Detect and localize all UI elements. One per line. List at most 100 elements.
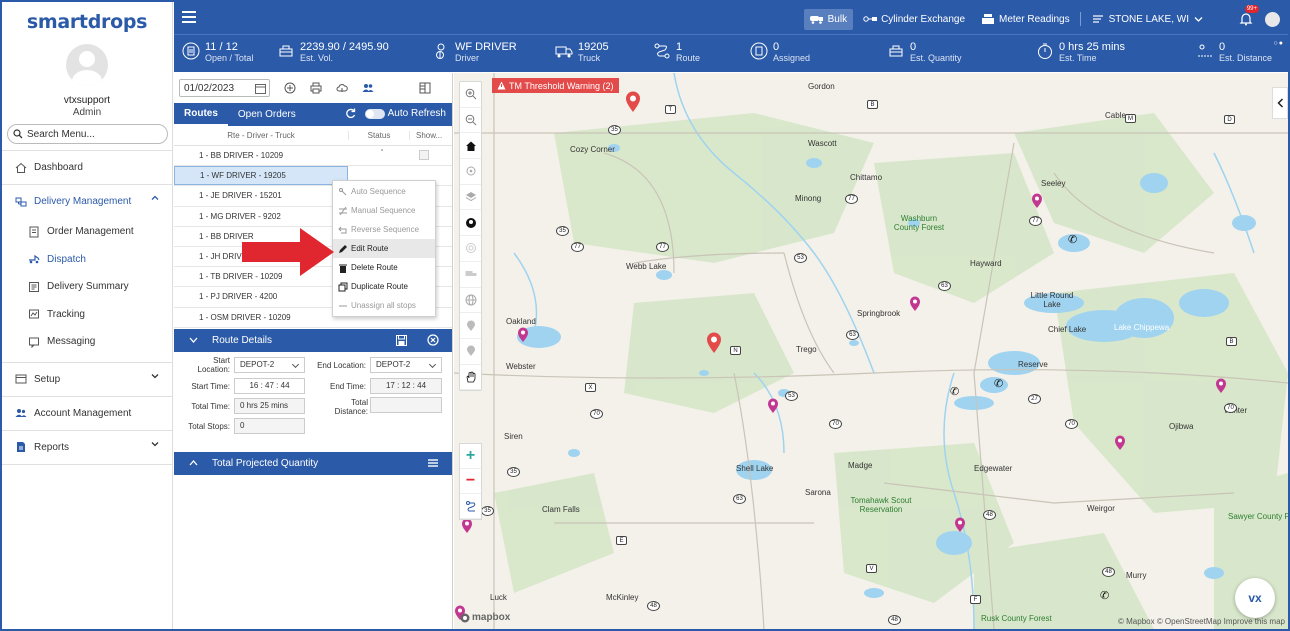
phone-icon[interactable]: ✆ [1068, 233, 1077, 246]
location-selector[interactable]: STONE LAKE, WI [1085, 9, 1209, 30]
cloud-upload-icon[interactable] [336, 82, 348, 94]
menu-icon[interactable] [427, 457, 439, 469]
date-picker[interactable]: 01/02/2023 [179, 79, 270, 97]
sidebar-item-dashboard[interactable]: Dashboard [2, 151, 172, 184]
map-attribution[interactable]: © Mapbox © OpenStreetMap Improve this ma… [1118, 617, 1285, 626]
phone-icon[interactable]: ✆ [1100, 589, 1109, 602]
menu-item-auto-sequence[interactable]: Auto Sequence [333, 182, 435, 201]
chevron-up-icon [189, 460, 198, 466]
sidebar-item-setup[interactable]: Setup [2, 363, 172, 396]
phone-icon[interactable]: ✆ [950, 385, 959, 398]
truck-tool[interactable] [460, 262, 481, 288]
end-location-select[interactable]: DEPOT-2 [370, 356, 442, 373]
tank-icon [279, 45, 293, 57]
dispatch-panel: 01/02/2023 Routes Open Orders Auto Refre… [174, 73, 453, 629]
road-shield: 48 [888, 615, 901, 625]
map-pin-red-icon[interactable] [706, 332, 722, 354]
stat-label: Est. Quantity [910, 53, 962, 63]
drivers-icon[interactable] [362, 82, 374, 94]
user-avatar[interactable] [1265, 11, 1280, 27]
locate-tool[interactable] [460, 159, 481, 185]
meter-readings-button[interactable]: Meter Readings [975, 9, 1076, 30]
pan-tool[interactable] [460, 365, 481, 391]
cylinder-exchange-label: Cylinder Exchange [881, 13, 966, 25]
map-pin-purple-icon[interactable] [909, 296, 921, 312]
menu-item-edit-route[interactable]: Edit Route [333, 239, 435, 258]
stat-value: WF DRIVER [455, 41, 517, 53]
sidebar-item-dispatch[interactable]: Dispatch [2, 246, 172, 274]
map-pin-purple-icon[interactable] [1114, 435, 1126, 451]
projected-quantity-header[interactable]: Total Projected Quantity [174, 451, 452, 475]
route-tool-button[interactable] [460, 494, 481, 519]
road-shield: 70 [1224, 403, 1237, 413]
menu-item-unassign-all[interactable]: Unassign all stops [333, 296, 435, 315]
total-distance-label: Total Distance: [334, 397, 368, 416]
sidebar-item-delivery-summary[interactable]: Delivery Summary [2, 273, 172, 301]
end-time-input[interactable]: 17 : 12 : 44 [370, 377, 442, 394]
driver-tool[interactable] [460, 210, 481, 237]
cylinder-exchange-button[interactable]: Cylinder Exchange [857, 9, 971, 30]
map-pin-purple-icon[interactable] [517, 327, 529, 343]
collapse-side-panel-button[interactable] [1272, 87, 1288, 119]
print-icon[interactable] [310, 82, 322, 94]
map-pin-purple-icon[interactable] [767, 398, 779, 414]
sidebar-item-account-management[interactable]: Account Management [2, 397, 172, 430]
stat-label: Est. Vol. [300, 53, 334, 63]
start-time-input[interactable]: 16 : 47 : 44 [234, 377, 305, 394]
more-dots-icon[interactable]: ○● [1274, 40, 1284, 47]
hamburger-menu-icon[interactable] [182, 11, 196, 23]
avatar[interactable] [66, 44, 108, 86]
mapbox-logo[interactable]: mapbox [460, 612, 510, 623]
map-pin-purple-icon[interactable] [461, 518, 473, 534]
home-tool[interactable] [460, 133, 481, 160]
zoom-in-tool[interactable] [460, 82, 481, 108]
add-icon[interactable] [284, 82, 296, 94]
auto-refresh-toggle[interactable] [364, 108, 385, 119]
cancel-icon[interactable] [427, 334, 439, 346]
map-label: Ojibwa [1169, 422, 1194, 431]
route-details-header[interactable]: Route Details [174, 328, 452, 352]
menu-item-duplicate-route[interactable]: Duplicate Route [333, 277, 435, 296]
add-pin-tool[interactable] [460, 313, 481, 339]
refresh-icon[interactable] [345, 108, 356, 119]
threshold-warning-badge[interactable]: TM Threshold Warning (2) [492, 78, 619, 93]
radius-tool[interactable] [460, 236, 481, 262]
tab-routes[interactable]: Routes [174, 103, 228, 126]
sidebar-item-tracking[interactable]: Tracking [2, 301, 172, 329]
layers-tool[interactable] [460, 185, 481, 211]
map-pin-purple-icon[interactable] [1031, 193, 1043, 209]
route-row[interactable]: 1 - BB DRIVER - 10209 [174, 146, 452, 167]
sidebar-item-delivery-management[interactable]: Delivery Management [2, 185, 172, 218]
zoom-out-button[interactable]: − [460, 469, 481, 494]
menu-item-delete-route[interactable]: Delete Route [333, 258, 435, 277]
globe-tool[interactable] [460, 288, 481, 314]
zoom-out-tool[interactable] [460, 108, 481, 134]
stat-assigned: 0 Assigned [750, 41, 810, 64]
sidebar-item-messaging[interactable]: Messaging [2, 328, 172, 356]
show-checkbox[interactable] [419, 150, 429, 160]
save-icon[interactable] [396, 334, 407, 346]
phone-icon[interactable]: ✆ [994, 377, 1003, 390]
menu-item-manual-sequence[interactable]: Manual Sequence [333, 201, 435, 220]
column-show[interactable]: Show... [409, 131, 452, 140]
support-chat-button[interactable]: vx [1235, 578, 1275, 618]
brand-logo[interactable]: smartdrops [2, 2, 172, 42]
start-location-select[interactable]: DEPOT-2 [234, 356, 305, 373]
sidebar-item-order-management[interactable]: Order Management [2, 218, 172, 246]
map-label: Weirgor [1087, 504, 1115, 513]
map-view[interactable]: TM Threshold Warning (2) Gordon Cable Co… [454, 73, 1288, 629]
sidebar-item-reports[interactable]: Reports [2, 431, 172, 464]
zoom-in-button[interactable]: + [460, 444, 481, 469]
search-input[interactable]: Search Menu... [7, 124, 168, 144]
notifications-button[interactable]: 99+ [1239, 5, 1259, 26]
pin-tool[interactable] [460, 339, 481, 365]
column-status[interactable]: Status [348, 131, 409, 140]
menu-item-reverse-sequence[interactable]: Reverse Sequence [333, 220, 435, 239]
tab-open-orders[interactable]: Open Orders [228, 103, 306, 126]
map-pin-purple-icon[interactable] [1215, 378, 1227, 394]
column-route[interactable]: Rte - Driver - Truck [174, 131, 348, 140]
columns-icon[interactable] [419, 82, 431, 94]
bulk-button[interactable]: Bulk [803, 8, 854, 30]
map-pin-purple-icon[interactable] [954, 517, 966, 533]
map-pin-red-icon[interactable] [625, 91, 641, 113]
